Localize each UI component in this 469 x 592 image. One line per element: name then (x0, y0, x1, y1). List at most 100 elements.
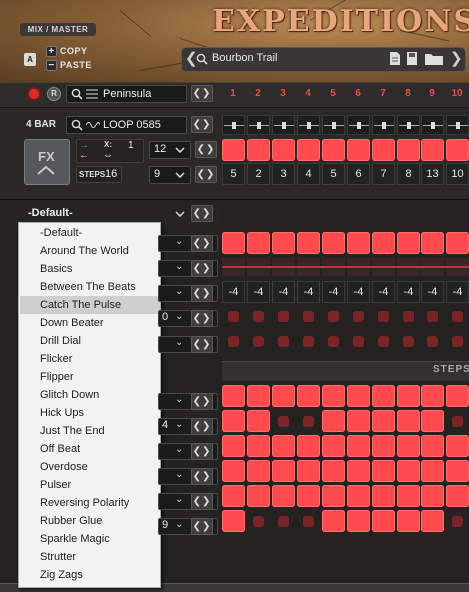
step-dot[interactable] (378, 311, 389, 322)
step-cell[interactable] (222, 460, 245, 482)
slice-number[interactable]: 13 (421, 163, 444, 185)
step-cell[interactable] (297, 385, 320, 407)
step-cell[interactable] (372, 485, 395, 507)
menu-item[interactable]: Rubber Glue (20, 512, 160, 530)
pitch-value[interactable]: -4 (322, 281, 345, 303)
step-cell[interactable] (322, 485, 345, 507)
record-button[interactable] (27, 87, 41, 101)
rate-prev-next[interactable]: ❮❯ (195, 141, 217, 158)
instrument-prev-next[interactable]: ❮❯ (191, 85, 213, 102)
loop-step-cell[interactable] (247, 139, 270, 161)
step-cell[interactable] (421, 435, 444, 457)
loop-step-cell[interactable] (222, 139, 245, 161)
step-cell[interactable] (222, 510, 245, 532)
loop-step-cell[interactable] (446, 139, 469, 161)
search-icon[interactable] (71, 88, 83, 100)
menu-item[interactable]: Down Beater (20, 314, 160, 332)
step-cell[interactable] (222, 232, 245, 254)
slice-number[interactable]: 7 (372, 163, 395, 185)
step-dot[interactable] (278, 416, 289, 427)
step-cell[interactable] (446, 435, 469, 457)
step-cell[interactable] (347, 510, 370, 532)
slice-number[interactable]: 10 (446, 163, 469, 185)
step-cell[interactable] (222, 485, 245, 507)
chevron-down-icon[interactable] (175, 211, 185, 217)
folder-icon[interactable] (424, 52, 444, 66)
waveform-slice[interactable] (446, 115, 469, 135)
waveform-slice[interactable] (421, 115, 444, 135)
step-cell[interactable] (347, 385, 370, 407)
step-cell[interactable] (297, 460, 320, 482)
pitch-value[interactable]: -4 (372, 281, 395, 303)
menu-item[interactable]: Reversing Polarity (20, 494, 160, 512)
slice-number[interactable]: 3 (272, 163, 295, 185)
step-dot[interactable] (303, 311, 314, 322)
row-prev-next[interactable]: ❮❯ (191, 310, 213, 327)
waveform-slice[interactable] (297, 115, 320, 135)
menu-item[interactable]: Glitch Down (20, 386, 160, 404)
step-dot[interactable] (228, 311, 239, 322)
waveform-slice[interactable] (222, 115, 245, 135)
step-cell[interactable] (372, 385, 395, 407)
pitch-value[interactable]: -4 (247, 281, 270, 303)
step-cell[interactable] (322, 410, 345, 432)
menu-item[interactable]: Strutter (20, 548, 160, 566)
menu-item[interactable]: Catch The Pulse (20, 296, 160, 314)
step-cell[interactable] (372, 232, 395, 254)
row-prev-next[interactable]: ❮❯ (191, 468, 213, 485)
step-cell[interactable] (222, 435, 245, 457)
save-icon[interactable] (406, 51, 418, 66)
menu-item[interactable]: Zig Zags (20, 566, 160, 584)
pitch-value[interactable]: -4 (446, 281, 469, 303)
slice-number[interactable]: 6 (347, 163, 370, 185)
step-cell[interactable] (372, 460, 395, 482)
reset-button[interactable]: R (47, 87, 61, 101)
row-prev-next[interactable]: ❮❯ (191, 260, 213, 277)
loop-step-cell[interactable] (421, 139, 444, 161)
menu-item[interactable]: Pulser (20, 476, 160, 494)
pitch-value[interactable]: -4 (222, 281, 245, 303)
step-cell[interactable] (421, 460, 444, 482)
pitch-value[interactable]: -4 (347, 281, 370, 303)
waveform-slice[interactable] (272, 115, 295, 135)
step-cell[interactable] (247, 410, 270, 432)
menu-item[interactable]: Just The End (20, 422, 160, 440)
step-dot[interactable] (328, 311, 339, 322)
menu-item[interactable]: Hick Ups (20, 404, 160, 422)
waveform-slice[interactable] (347, 115, 370, 135)
paste-button[interactable]: − PASTE (46, 60, 96, 72)
slice-number[interactable]: 8 (397, 163, 420, 185)
menu-item[interactable]: Overdose (20, 458, 160, 476)
step-cell[interactable] (397, 232, 420, 254)
step-cell[interactable] (421, 485, 444, 507)
step-cell[interactable] (446, 485, 469, 507)
step-cell[interactable] (347, 435, 370, 457)
step-cell[interactable] (421, 510, 444, 532)
step-cell[interactable] (222, 385, 245, 407)
step-cell[interactable] (397, 385, 420, 407)
left-arrow-icon[interactable]: ← (79, 150, 89, 161)
step-cell[interactable] (247, 460, 270, 482)
step-cell[interactable] (397, 410, 420, 432)
step-cell[interactable] (372, 510, 395, 532)
menu-item[interactable]: Between The Beats (20, 278, 160, 296)
pitch-value[interactable]: -4 (272, 281, 295, 303)
slice-number[interactable]: 4 (297, 163, 320, 185)
step-dot[interactable] (303, 336, 314, 347)
step-cell[interactable] (247, 232, 270, 254)
loop-step-cell[interactable] (297, 139, 320, 161)
step-dot[interactable] (278, 336, 289, 347)
step-cell[interactable] (222, 410, 245, 432)
step-cell[interactable] (421, 385, 444, 407)
step-cell[interactable] (372, 435, 395, 457)
multiplier-value[interactable]: 1 (128, 140, 134, 151)
swap-icon[interactable]: ⇔ (103, 150, 113, 161)
preset-dropdown-prev-next[interactable]: ❮❯ (191, 205, 213, 222)
step-dot[interactable] (328, 336, 339, 347)
step-cell[interactable] (272, 435, 295, 457)
step-cell[interactable] (397, 460, 420, 482)
loop-prev-next[interactable]: ❮❯ (191, 116, 213, 133)
slice-number[interactable]: 5 (322, 163, 345, 185)
loop-step-cell[interactable] (272, 139, 295, 161)
step-dot[interactable] (278, 516, 289, 527)
